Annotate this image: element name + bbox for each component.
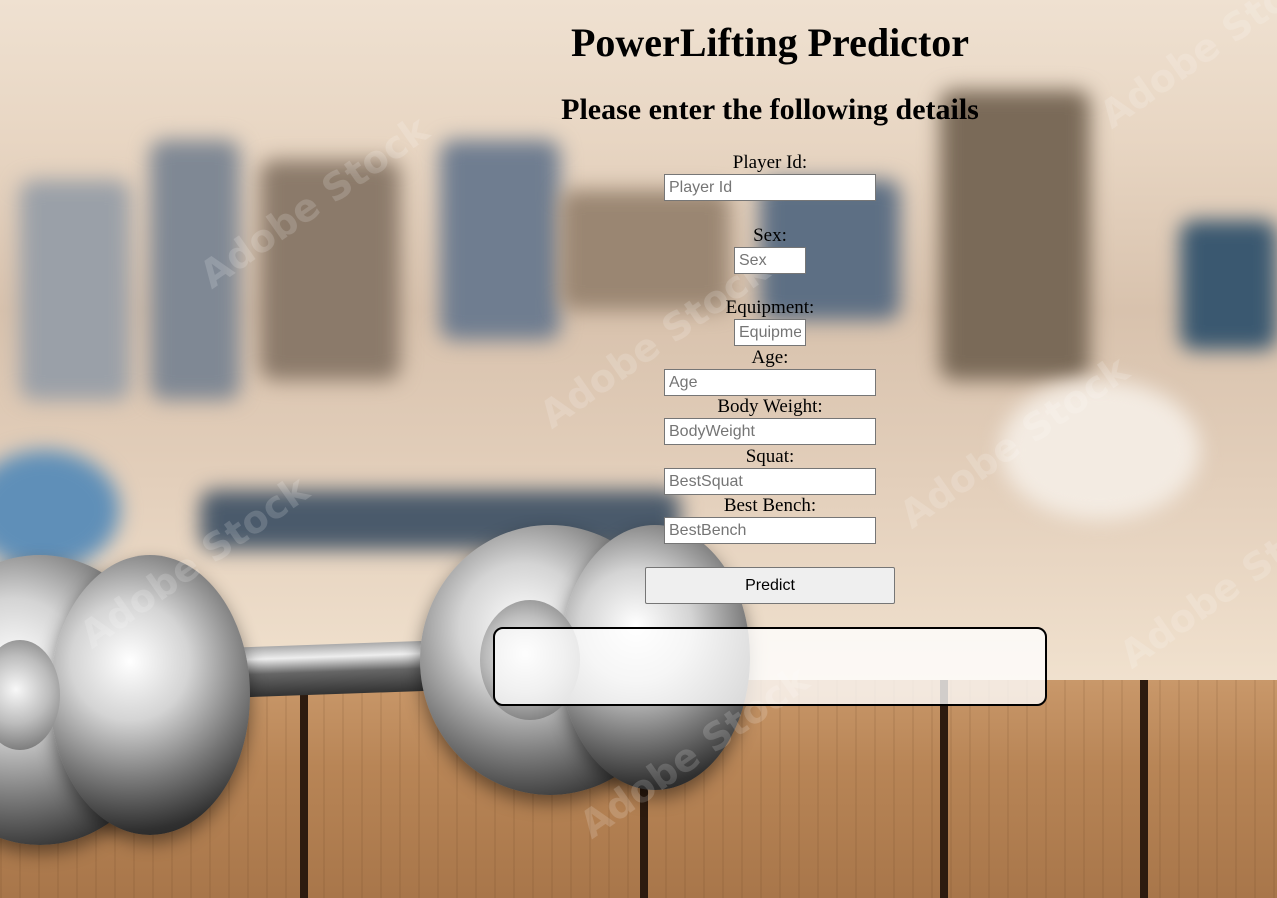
- sex-input[interactable]: [734, 247, 806, 274]
- best-bench-label: Best Bench:: [723, 495, 817, 516]
- sex-label: Sex:: [753, 225, 787, 246]
- body-weight-input[interactable]: [664, 418, 876, 445]
- prediction-result-box: [493, 627, 1047, 706]
- predict-button[interactable]: Predict: [645, 567, 895, 604]
- squat-label: Squat:: [745, 446, 795, 467]
- plank-gap: [940, 680, 948, 898]
- best-bench-input[interactable]: [664, 517, 876, 544]
- equipment-label: Equipment:: [725, 297, 815, 318]
- player-id-label: Player Id:: [732, 152, 808, 173]
- plank-gap: [1140, 680, 1148, 898]
- squat-input[interactable]: [664, 468, 876, 495]
- age-input[interactable]: [664, 369, 876, 396]
- equipment-input[interactable]: [734, 319, 806, 346]
- page-subtitle: Please enter the following details: [561, 93, 979, 126]
- plank-gap: [300, 680, 308, 898]
- player-id-input[interactable]: [664, 174, 876, 201]
- body-weight-label: Body Weight:: [717, 396, 823, 417]
- age-label: Age:: [751, 347, 789, 368]
- page-title: PowerLifting Predictor: [570, 20, 970, 65]
